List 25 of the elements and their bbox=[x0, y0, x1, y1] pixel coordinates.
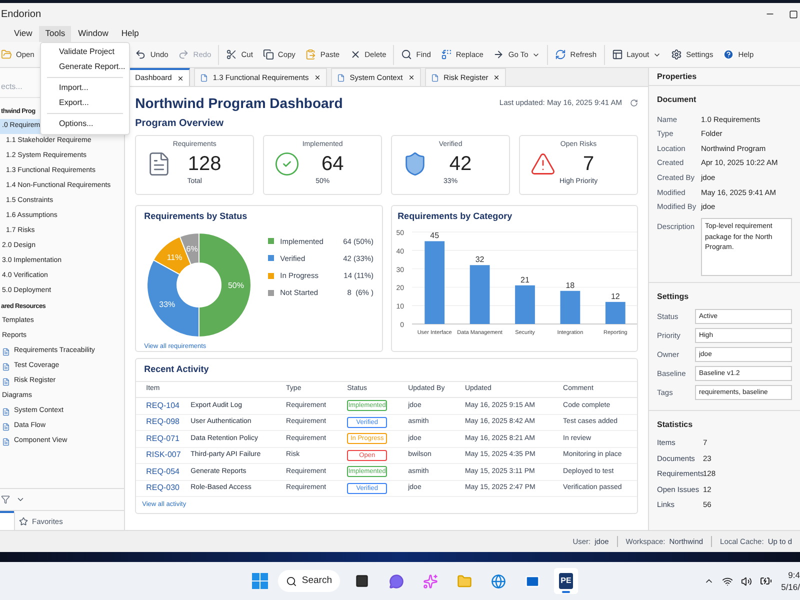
kpi-value: 7 bbox=[582, 152, 596, 176]
card-title: Recent Activity bbox=[136, 359, 637, 382]
bar-value-label: 45 bbox=[430, 230, 439, 240]
section-heading: Program Overview bbox=[135, 117, 224, 131]
slice-label: 50% bbox=[228, 280, 244, 290]
slice-label: 6% bbox=[186, 244, 198, 254]
clock-time: 9:4 bbox=[788, 569, 800, 581]
bar-value-label: 12 bbox=[610, 291, 620, 300]
kpi-value: 64 bbox=[320, 152, 345, 176]
bar-value-label: 18 bbox=[565, 280, 574, 290]
section-heading: Settings bbox=[657, 291, 690, 304]
clock-date: 5/16/ bbox=[781, 581, 800, 593]
kpi-value: 128 bbox=[186, 152, 222, 176]
dashboard-title: Northwind Program Dashboard bbox=[135, 94, 343, 113]
slice-label: 33% bbox=[159, 299, 176, 308]
chart-title: Requirements by Status bbox=[144, 210, 248, 223]
kpi-value: 42 bbox=[448, 152, 473, 176]
bar-value-label: 32 bbox=[474, 254, 484, 264]
slice-label: 11% bbox=[166, 252, 182, 262]
section-heading: Document bbox=[657, 94, 698, 106]
bar-value-label: 21 bbox=[520, 274, 530, 284]
section-heading: Statistics bbox=[657, 419, 694, 432]
window-title: Endorion bbox=[0, 8, 42, 22]
panel-title: Properties bbox=[649, 68, 800, 86]
chart-title: Requirements by Category bbox=[396, 210, 514, 223]
